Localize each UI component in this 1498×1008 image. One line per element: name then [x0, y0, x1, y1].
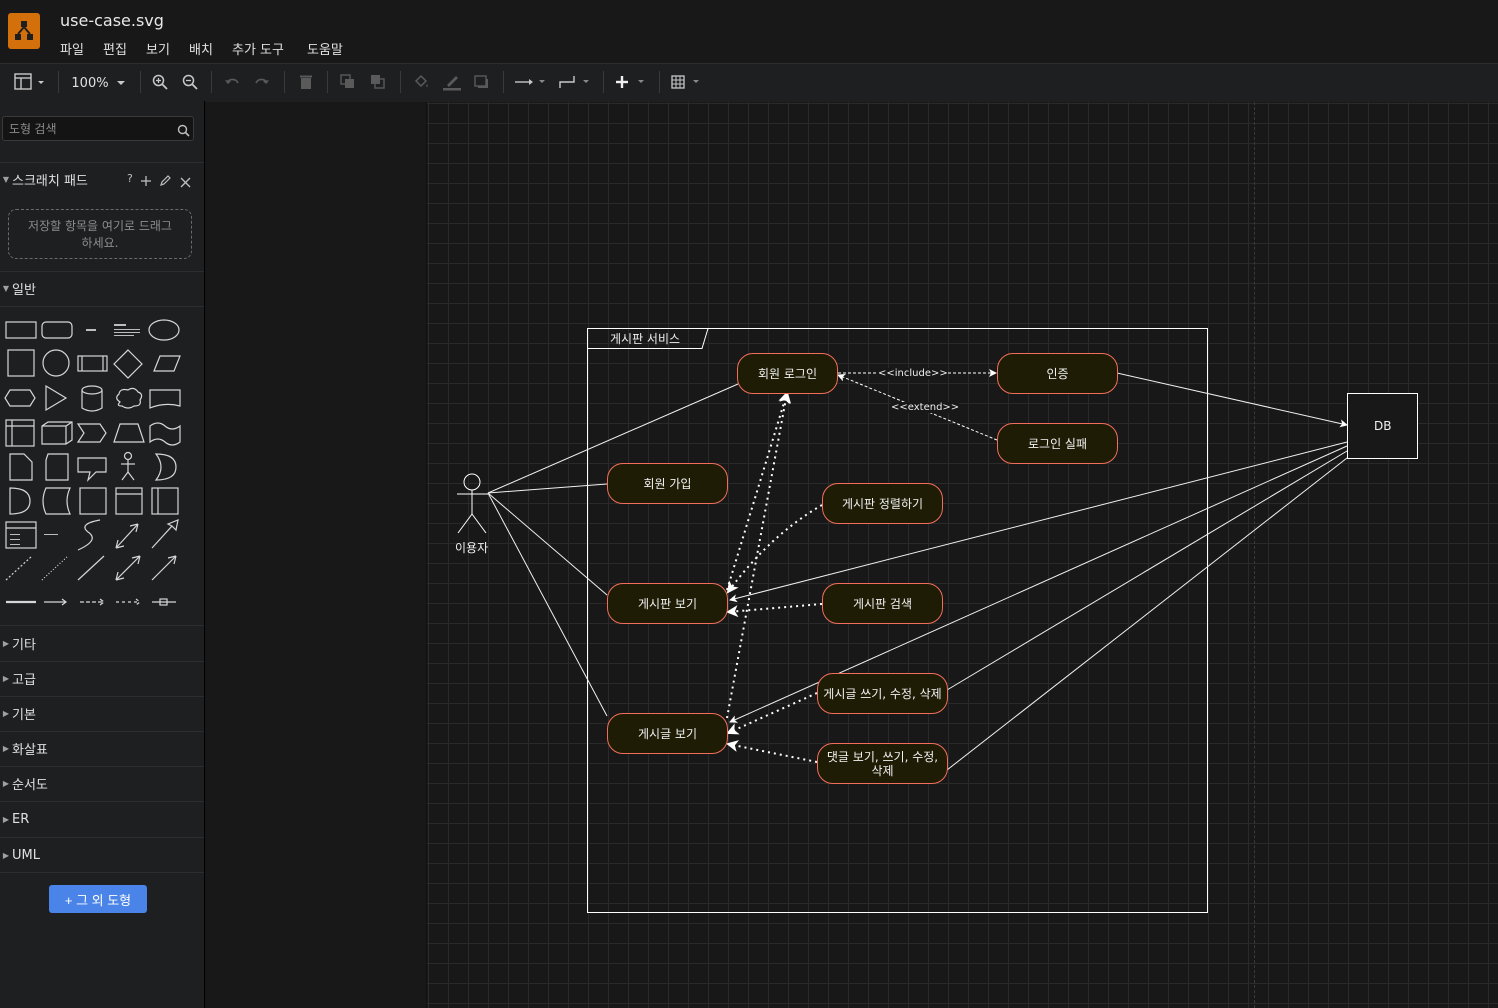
extend-label: <<extend>> — [891, 402, 960, 413]
usecase-post-write[interactable]: 게시글 쓰기, 수정, 삭제 — [817, 673, 948, 714]
usecase-post-view[interactable]: 게시글 보기 — [607, 713, 728, 754]
include-label: <<include>> — [878, 368, 948, 379]
usecase-signup[interactable]: 회원 가입 — [607, 463, 728, 504]
dep-write-post-view[interactable] — [726, 692, 818, 735]
assoc-db-comment[interactable] — [946, 457, 1348, 771]
usecase-login[interactable]: 회원 로그인 — [737, 353, 838, 394]
actor-figure[interactable] — [457, 473, 488, 534]
dep-post-view-login[interactable] — [726, 391, 792, 719]
assoc-db-board-view[interactable] — [729, 441, 1348, 603]
system-boundary-label: 게시판 서비스 — [610, 332, 681, 346]
dep-sort-board-view[interactable] — [726, 504, 823, 594]
usecase-auth[interactable]: 인증 — [997, 353, 1118, 394]
dep-comment-post-view[interactable] — [726, 740, 818, 763]
usecase-board-search[interactable]: 게시판 검색 — [822, 583, 943, 624]
usecase-comment-line2: 삭제 — [871, 763, 894, 778]
dep-board-view-login[interactable] — [726, 391, 790, 591]
usecase-comment[interactable]: 댓글 보기, 쓰기, 수정, 삭제 — [817, 743, 948, 784]
assoc-actor-board-view[interactable] — [487, 492, 608, 596]
usecase-sort[interactable]: 게시판 정렬하기 — [822, 483, 943, 524]
actor-label: 이용자 — [455, 541, 489, 555]
usecase-login-fail[interactable]: 로그인 실패 — [997, 423, 1118, 464]
assoc-db-post-write[interactable] — [946, 450, 1348, 691]
usecase-comment-line1: 댓글 보기, 쓰기, 수정, — [826, 749, 939, 764]
diagram-connectors — [457, 328, 1418, 913]
dep-search-board-view[interactable] — [726, 603, 823, 618]
assoc-actor-post-view[interactable] — [487, 492, 608, 717]
db-label: DB — [1374, 419, 1392, 433]
assoc-auth-db[interactable] — [1116, 372, 1348, 428]
usecase-board-view[interactable]: 게시판 보기 — [607, 583, 728, 624]
